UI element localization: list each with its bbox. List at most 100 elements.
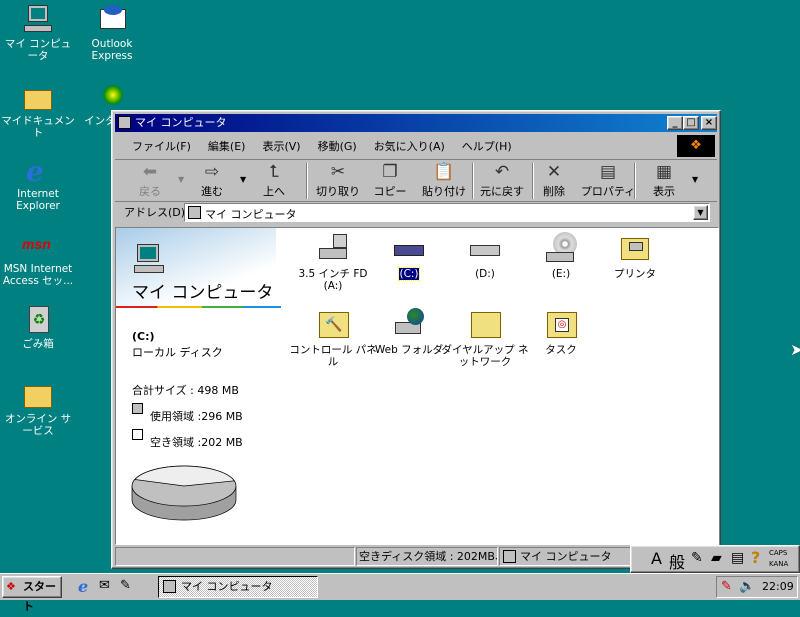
paste-icon: 📋 xyxy=(433,162,455,182)
start-button[interactable]: ❖ スタート xyxy=(2,576,62,613)
windows-logo-icon: ❖ xyxy=(677,135,715,157)
cut-button[interactable]: ✂ 切り取り xyxy=(310,161,366,199)
up-folder-icon: ⮤ xyxy=(268,162,280,182)
address-input[interactable]: マイ コンピュータ ▼ xyxy=(184,203,710,222)
used-space: 使用領域 :296 MB xyxy=(150,410,243,423)
ime-toolbar: A 般 ✎ ▰ ▤ ? CAPS KANA xyxy=(630,545,800,573)
disk-usage-pie xyxy=(131,465,237,521)
pen-icon[interactable]: ✎ xyxy=(721,579,732,594)
computer-icon xyxy=(163,580,176,593)
floppy-drive-icon xyxy=(317,232,349,264)
ime-help-icon[interactable]: ? xyxy=(751,548,760,567)
taskbar: ❖ スタート e ✉ ✎ マイ コンピュータ ✎ 🔈 22:09 xyxy=(0,573,800,613)
properties-button[interactable]: ▤ プロパティ xyxy=(580,161,636,199)
paste-button[interactable]: 📋 貼り付け xyxy=(416,161,472,199)
menu-go[interactable]: 移動(G) xyxy=(318,140,357,153)
menu-edit[interactable]: 編集(E) xyxy=(208,140,246,153)
forward-button[interactable]: ⇨ 進む xyxy=(184,161,240,199)
free-legend-swatch xyxy=(132,429,143,440)
desktop-icon-my-documents[interactable]: マイドキュメント xyxy=(0,80,76,139)
desktop-icon-msn[interactable]: msn MSN Internet Access セッ... xyxy=(0,228,76,287)
properties-icon: ▤ xyxy=(599,162,617,182)
back-button[interactable]: ⬅ 戻る xyxy=(122,161,178,199)
ime-properties-icon[interactable]: ▤ xyxy=(731,550,744,566)
quicklaunch-desktop-icon[interactable]: ✎ xyxy=(120,578,131,593)
menu-file[interactable]: ファイル(F) xyxy=(132,140,191,153)
kana-indicator: KANA xyxy=(769,560,789,568)
pane-title: マイ コンピュータ xyxy=(132,283,274,303)
ime-dictionary-icon[interactable]: ▰ xyxy=(711,550,722,566)
delete-button[interactable]: ✕ 削除 xyxy=(526,161,582,199)
desktop-icon-online-services[interactable]: オンライン サービス xyxy=(0,378,76,437)
ime-conversion-mode[interactable]: 般 xyxy=(669,549,685,573)
item-printers[interactable]: プリンタ xyxy=(590,232,680,280)
quicklaunch-ie-icon[interactable]: e xyxy=(78,577,88,596)
cd-drive-icon xyxy=(545,232,577,264)
connection-wizard-icon xyxy=(96,80,128,112)
status-panel-empty xyxy=(115,547,355,566)
copy-icon: ❐ xyxy=(382,162,398,182)
close-button[interactable]: × xyxy=(701,116,717,130)
computer-icon xyxy=(118,116,131,129)
computer-icon xyxy=(134,244,164,276)
web-folder-icon xyxy=(393,308,425,340)
recycle-bin-icon: ♻ xyxy=(22,303,54,335)
selected-drive: (C:) xyxy=(132,330,155,343)
clock[interactable]: 22:09 xyxy=(762,580,794,593)
computer-icon xyxy=(503,550,516,563)
scissors-icon: ✂ xyxy=(330,162,346,182)
toolbar: ⬅ 戻る ▼ ⇨ 進む ▼ ⮤ 上へ ✂ 切り取り ❐ コピー 📋 貼り付け ↶ 元に戻す ✕… xyxy=(120,161,710,201)
system-tray: ✎ 🔈 22:09 xyxy=(716,576,798,598)
used-legend-swatch xyxy=(132,403,143,414)
delete-x-icon: ✕ xyxy=(546,162,562,182)
printer-folder-icon xyxy=(619,232,651,264)
ime-pad-icon[interactable]: ✎ xyxy=(691,550,703,566)
status-free-space: 空きディスク領域 : 202MB、 xyxy=(356,547,498,566)
content-area: マイ コンピュータ (C:) ローカル ディスク 合計サイズ : 498 MB … xyxy=(115,227,719,545)
address-label: アドレス(D) xyxy=(124,206,186,219)
minimize-button[interactable]: _ xyxy=(667,116,683,130)
hard-drive-icon xyxy=(469,232,501,264)
windows-flag-icon: ❖ xyxy=(6,580,16,593)
total-size: 合計サイズ : 498 MB xyxy=(132,384,239,397)
menu-view[interactable]: 表示(V) xyxy=(262,140,300,153)
undo-button[interactable]: ↶ 元に戻す xyxy=(474,161,530,199)
drive-type: ローカル ディスク xyxy=(132,346,223,359)
msn-icon: msn xyxy=(22,236,51,252)
address-dropdown-button[interactable]: ▼ xyxy=(693,205,708,220)
back-arrow-icon: ⬅ xyxy=(142,162,158,182)
views-dropdown-icon[interactable]: ▼ xyxy=(692,175,698,184)
tasks-folder-icon: ◎ xyxy=(545,308,577,340)
desktop-icon-recycle-bin[interactable]: ♻ ごみ箱 xyxy=(0,303,76,350)
menu-favorites[interactable]: お気に入り(A) xyxy=(374,140,445,153)
maximize-button[interactable]: □ xyxy=(683,116,699,130)
window-title: マイ コンピュータ xyxy=(135,116,227,129)
title-bar[interactable]: マイ コンピュータ _ □ × xyxy=(115,114,717,132)
undo-icon: ↶ xyxy=(494,162,510,182)
outlook-icon xyxy=(96,3,128,35)
copy-button[interactable]: ❐ コピー xyxy=(362,161,418,199)
item-scheduled-tasks[interactable]: ◎ タスク xyxy=(516,308,606,356)
desktop-icon-outlook-express[interactable]: Outlook Express xyxy=(74,3,150,62)
hard-drive-icon xyxy=(393,232,425,264)
computer-icon xyxy=(188,206,201,219)
folder-icon xyxy=(22,378,54,410)
volume-icon[interactable]: 🔈 xyxy=(739,579,755,594)
ime-input-mode[interactable]: A xyxy=(651,549,662,568)
desktop-icon-internet-explorer[interactable]: e Internet Explorer xyxy=(0,153,76,212)
desktop-icon-my-computer[interactable]: マイ コンピュータ xyxy=(0,3,76,62)
control-panel-icon: 🔨 xyxy=(317,308,349,340)
my-computer-window: マイ コンピュータ _ □ × ファイル(F) 編集(E) 表示(V) 移動(G) お気… xyxy=(111,110,721,569)
menu-help[interactable]: ヘルプ(H) xyxy=(462,140,512,153)
views-button[interactable]: ▦ 表示 xyxy=(636,161,692,199)
dial-up-folder-icon xyxy=(469,308,501,340)
forward-arrow-icon: ⇨ xyxy=(204,162,220,182)
caps-indicator: CAPS xyxy=(769,549,788,557)
computer-icon xyxy=(22,3,54,35)
free-space: 空き領域 :202 MB xyxy=(150,436,243,449)
folder-icon xyxy=(22,80,54,112)
menu-bar: ファイル(F) 編集(E) 表示(V) 移動(G) お気に入り(A) ヘルプ(H) xyxy=(132,137,529,157)
quicklaunch-outlook-icon[interactable]: ✉ xyxy=(99,578,110,593)
up-button[interactable]: ⮤ 上へ xyxy=(246,161,302,199)
taskbar-button-my-computer[interactable]: マイ コンピュータ xyxy=(158,576,318,598)
